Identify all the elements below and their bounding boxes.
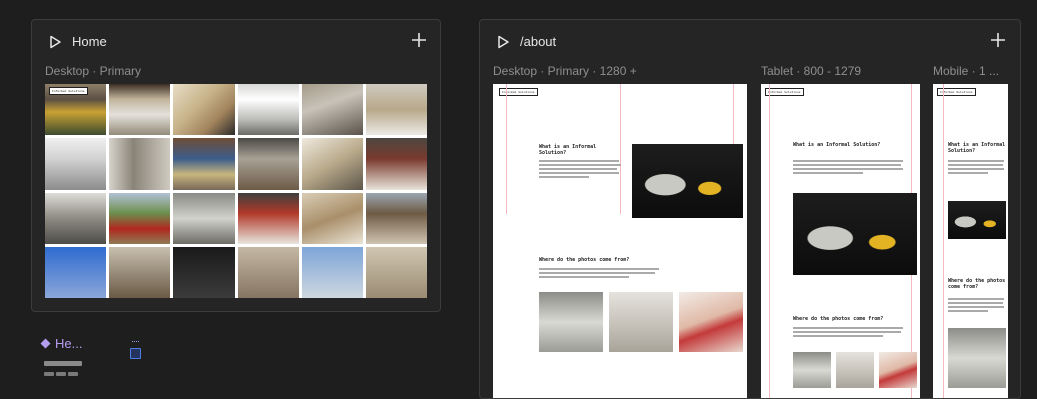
site-logo: Informal Solutions	[49, 87, 88, 95]
sink-photo	[539, 292, 603, 352]
frame-label: Mobile · 1 ...	[933, 64, 1000, 78]
site-logo: Informal Solutions	[499, 88, 538, 96]
about-page-card[interactable]: /about Desktop · Primary · 1280 + Tablet…	[479, 19, 1021, 399]
paragraph-line	[948, 302, 1003, 304]
paragraph-line	[948, 164, 1003, 166]
preview-chip	[56, 372, 66, 376]
component-icon	[40, 338, 51, 349]
kettle-drill-photo	[793, 193, 917, 275]
outlet-photo	[836, 352, 874, 388]
photo-tile	[45, 138, 107, 190]
play-icon[interactable]	[48, 35, 62, 49]
outlet-photo	[609, 292, 673, 352]
photo-tile	[365, 138, 427, 190]
section-heading: What is an Informal Solution?	[948, 142, 1006, 155]
photo-tile	[173, 246, 235, 298]
play-icon[interactable]	[496, 35, 510, 49]
paragraph-line	[948, 306, 1004, 308]
photo-tile	[237, 84, 299, 136]
paragraph-line	[793, 160, 903, 162]
section-heading: What is an Informal Solution?	[539, 144, 597, 157]
paragraph-line	[793, 172, 863, 174]
sink-photo	[948, 328, 1006, 388]
component-preview[interactable]	[44, 361, 82, 379]
frame-label: Desktop · Primary · 1280 +	[493, 64, 637, 78]
about-desktop-frame[interactable]: Informal Solutions What is an Informal S…	[493, 84, 747, 398]
paragraph-line	[948, 168, 1004, 170]
hand-photo	[679, 292, 743, 352]
photo-tile	[365, 192, 427, 244]
photo-tile	[301, 192, 363, 244]
section-heading: Where do the photos come from?	[793, 316, 884, 322]
paragraph-line	[539, 164, 621, 166]
paragraph-line	[948, 298, 1004, 300]
sink-photo	[793, 352, 831, 388]
component-name: He...	[55, 336, 83, 351]
photo-tile	[173, 192, 235, 244]
photo-tile	[237, 138, 299, 190]
photo-tile	[301, 84, 363, 136]
photo-tile	[301, 246, 363, 298]
photo-tile	[109, 138, 171, 190]
hand-photo	[879, 352, 917, 388]
kettle-drill-photo	[632, 144, 743, 218]
site-logo: Informal Solutions	[765, 88, 804, 96]
paragraph-line	[793, 335, 883, 337]
photo-tile	[173, 84, 235, 136]
section-heading: Where do the photos come from?	[948, 278, 1006, 291]
paragraph-line	[539, 176, 589, 178]
layout-guide	[620, 84, 621, 214]
component-label[interactable]: He...	[40, 336, 82, 351]
photo-tile	[301, 138, 363, 190]
page-title: Home	[72, 34, 107, 49]
plus-icon[interactable]	[411, 32, 427, 48]
paragraph-line	[539, 168, 617, 170]
layout-guide	[769, 84, 770, 398]
photo-tile	[365, 246, 427, 298]
paragraph-line	[948, 172, 988, 174]
frame-label: Tablet · 800 - 1279	[761, 64, 862, 78]
about-card-header: /about	[496, 34, 556, 49]
layout-guide	[943, 84, 944, 398]
paragraph-line	[793, 327, 903, 329]
photo-tile	[173, 138, 235, 190]
plus-icon[interactable]	[990, 32, 1006, 48]
home-desktop-frame[interactable]: Informal Solutions	[45, 84, 427, 298]
about-tablet-frame[interactable]: Informal Solutions What is an Informal S…	[761, 84, 920, 398]
photo-tile	[45, 246, 107, 298]
home-page-card[interactable]: Home Desktop · Primary Informal Solution…	[31, 19, 441, 312]
paragraph-line	[793, 168, 903, 170]
about-mobile-frame[interactable]: Informal Solutions What is an Informal S…	[933, 84, 1008, 398]
photo-tile	[45, 192, 107, 244]
photo-grid	[45, 84, 427, 298]
home-card-header: Home	[48, 34, 107, 49]
paragraph-line	[793, 164, 901, 166]
paragraph-line	[539, 276, 629, 278]
paragraph-line	[793, 331, 901, 333]
paragraph-line	[948, 160, 1004, 162]
frame-label: Desktop · Primary	[45, 64, 142, 78]
paragraph-line	[948, 310, 988, 312]
paragraph-line	[539, 172, 619, 174]
paragraph-line	[539, 268, 659, 270]
photo-tile	[365, 84, 427, 136]
kettle-drill-photo	[948, 201, 1006, 239]
preview-chip	[44, 372, 54, 376]
paragraph-line	[539, 160, 619, 162]
paragraph-line	[539, 272, 655, 274]
section-heading: Where do the photos come from?	[539, 257, 630, 263]
asset-icon[interactable]	[130, 341, 141, 361]
preview-bar	[44, 361, 82, 366]
photo-tile	[109, 246, 171, 298]
photo-tile	[237, 246, 299, 298]
photo-tile	[109, 84, 171, 136]
preview-chip	[68, 372, 78, 376]
page-title: /about	[520, 34, 557, 49]
photo-tile	[237, 192, 299, 244]
section-heading: What is an Informal Solution?	[793, 142, 881, 148]
photo-tile	[109, 192, 171, 244]
layout-guide	[506, 84, 507, 214]
